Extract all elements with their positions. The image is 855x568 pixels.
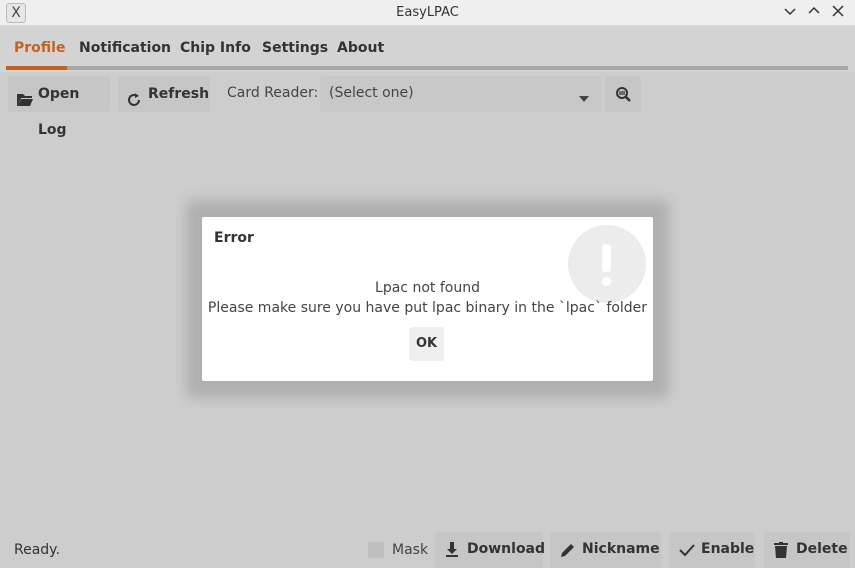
- download-button[interactable]: Download: [435, 532, 545, 568]
- enable-button[interactable]: Enable: [669, 532, 755, 568]
- dialog-message-line-2: Please make sure you have put lpac binar…: [207, 300, 648, 316]
- refresh-icon: [126, 86, 142, 122]
- check-icon: [679, 542, 695, 562]
- title-bar: X EasyLPAC: [0, 0, 855, 26]
- delete-button[interactable]: Delete: [764, 532, 850, 568]
- download-icon: [445, 542, 459, 562]
- tab-profile[interactable]: Profile: [14, 40, 65, 56]
- folder-open-icon: [16, 86, 34, 122]
- dialog-title: Error: [214, 230, 254, 246]
- window-title: EasyLPAC: [396, 5, 459, 20]
- dropdown-caret-icon: [579, 90, 589, 106]
- mask-checkbox[interactable]: [368, 542, 384, 558]
- trash-icon: [774, 542, 788, 562]
- ok-button[interactable]: OK: [409, 327, 444, 361]
- error-dialog: Error Lpac not found Please make sure yo…: [202, 217, 653, 381]
- card-reader-select[interactable]: (Select one): [320, 76, 601, 112]
- dialog-message-line-1: Lpac not found: [375, 280, 480, 296]
- toolbar: Open Log Refresh Card Reader: (Select on…: [0, 72, 855, 138]
- pencil-icon: [560, 542, 576, 562]
- tab-divider: [6, 66, 848, 70]
- active-tab-indicator: [6, 66, 67, 70]
- maximize-icon[interactable]: [804, 3, 824, 23]
- mask-label: Mask: [392, 542, 429, 558]
- nickname-button[interactable]: Nickname: [550, 532, 661, 568]
- minimize-icon[interactable]: [780, 3, 800, 23]
- tab-about[interactable]: About: [337, 40, 384, 56]
- tab-settings[interactable]: Settings: [262, 40, 328, 56]
- tab-notification[interactable]: Notification: [79, 40, 171, 56]
- refresh-button[interactable]: Refresh: [118, 76, 210, 112]
- close-icon[interactable]: [828, 3, 848, 23]
- open-log-button[interactable]: Open Log: [8, 76, 110, 138]
- scan-readers-button[interactable]: [605, 76, 641, 112]
- dialog-message: Lpac not found Please make sure you have…: [202, 278, 653, 318]
- tab-chip-info[interactable]: Chip Info: [180, 40, 251, 56]
- tab-bar: Profile Notification Chip Info Settings …: [0, 26, 855, 72]
- card-reader-label: Card Reader:: [227, 85, 319, 101]
- status-text: Ready.: [14, 542, 60, 558]
